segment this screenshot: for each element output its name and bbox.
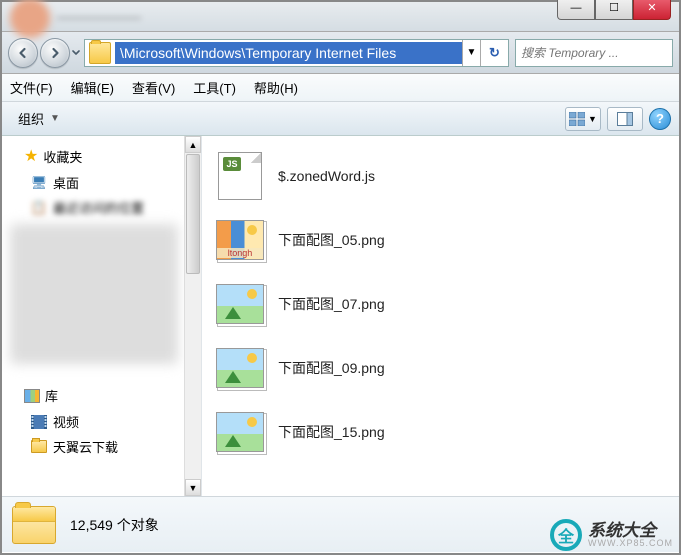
help-button[interactable]: ? <box>649 108 671 130</box>
image-file-icon <box>216 216 264 264</box>
file-item[interactable]: JS $.zonedWord.js <box>202 144 679 208</box>
sidebar-item-recent[interactable]: 📋 最近访问的位置 <box>6 195 182 220</box>
js-file-icon: JS <box>216 152 264 200</box>
sidebar-libraries-header[interactable]: 库 <box>6 382 182 409</box>
file-name: 下面配图_05.png <box>278 230 385 250</box>
address-path[interactable]: \Microsoft\Windows\Temporary Internet Fi… <box>115 42 462 64</box>
library-icon <box>24 389 40 403</box>
chevron-down-icon: ▼ <box>50 113 60 124</box>
nav-back-button[interactable] <box>8 38 38 68</box>
watermark-logo-icon: 全 <box>550 519 582 551</box>
organize-label: 组织 <box>18 109 44 128</box>
favorites-label: 收藏夹 <box>43 147 82 166</box>
chevron-down-icon: ▼ <box>588 114 597 124</box>
menu-view[interactable]: 查看(V) <box>132 78 175 97</box>
scroll-down-button[interactable]: ▼ <box>185 479 201 496</box>
chevron-down-icon <box>72 50 80 56</box>
address-dropdown[interactable]: ▼ <box>462 40 480 66</box>
desktop-icon: 🖥 <box>30 175 48 191</box>
sidebar-item-label: 天翼云下载 <box>53 437 118 456</box>
refresh-button[interactable]: ↻ <box>480 40 508 66</box>
folder-icon <box>30 439 48 455</box>
obscured-content <box>10 224 178 364</box>
sidebar-item-label: 最近访问的位置 <box>53 198 144 217</box>
file-item[interactable]: 下面配图_05.png <box>202 208 679 272</box>
recent-icon: 📋 <box>30 200 48 216</box>
address-bar[interactable]: \Microsoft\Windows\Temporary Internet Fi… <box>84 39 509 67</box>
folder-icon <box>89 42 111 64</box>
navigation-pane: ★ 收藏夹 🖥 桌面 📋 最近访问的位置 <box>2 136 202 496</box>
sidebar-item-label: 桌面 <box>53 173 79 192</box>
file-name: 下面配图_15.png <box>278 422 385 442</box>
file-list-pane[interactable]: JS $.zonedWord.js 下面配图_05.png 下面配图_07.png 下面… <box>202 136 679 496</box>
image-file-icon <box>216 344 264 392</box>
watermark-brand: 系统大全 <box>588 522 673 539</box>
sidebar-item-videos[interactable]: 视频 <box>6 409 182 434</box>
close-button[interactable]: ✕ <box>633 0 671 20</box>
menu-file[interactable]: 文件(F) <box>10 78 53 97</box>
view-mode-button[interactable]: ▼ <box>565 107 601 131</box>
preview-pane-icon <box>617 112 633 126</box>
watermark: 全 系统大全 WWW.XP85.COM <box>550 519 673 551</box>
status-folder-icon <box>12 506 56 544</box>
view-icon <box>569 112 585 126</box>
file-name: 下面配图_09.png <box>278 358 385 378</box>
file-item[interactable]: 下面配图_09.png <box>202 336 679 400</box>
sidebar-scrollbar[interactable]: ▲ ▼ <box>184 136 201 496</box>
sidebar-item-tianyi[interactable]: 天翼云下载 <box>6 434 182 459</box>
status-count: 12,549 个对象 <box>70 515 159 535</box>
menu-tools[interactable]: 工具(T) <box>193 78 236 97</box>
sidebar-item-label: 视频 <box>53 412 79 431</box>
scroll-thumb[interactable] <box>186 154 200 274</box>
organize-button[interactable]: 组织 ▼ <box>10 106 68 131</box>
minimize-button[interactable]: — <box>557 0 595 20</box>
maximize-button[interactable]: ☐ <box>595 0 633 20</box>
sidebar-item-desktop[interactable]: 🖥 桌面 <box>6 170 182 195</box>
nav-history-dropdown[interactable] <box>70 38 82 68</box>
menu-edit[interactable]: 编辑(E) <box>71 78 114 97</box>
window-title: ——————— <box>57 10 141 24</box>
menu-help[interactable]: 帮助(H) <box>254 78 298 97</box>
search-input[interactable] <box>516 46 681 60</box>
star-icon: ★ <box>24 146 38 166</box>
image-file-icon <box>216 408 264 456</box>
preview-pane-button[interactable] <box>607 107 643 131</box>
image-file-icon <box>216 280 264 328</box>
video-icon <box>30 414 48 430</box>
arrow-right-icon <box>49 47 61 59</box>
nav-forward-button[interactable] <box>40 38 70 68</box>
file-name: 下面配图_07.png <box>278 294 385 314</box>
libraries-label: 库 <box>45 386 58 405</box>
file-item[interactable]: 下面配图_07.png <box>202 272 679 336</box>
watermark-url: WWW.XP85.COM <box>588 539 673 548</box>
file-item[interactable]: 下面配图_15.png <box>202 400 679 464</box>
sidebar-favorites-header[interactable]: ★ 收藏夹 <box>6 142 182 170</box>
file-name: $.zonedWord.js <box>278 168 375 184</box>
arrow-left-icon <box>17 47 29 59</box>
search-box[interactable]: 🔍 <box>515 39 673 67</box>
scroll-up-button[interactable]: ▲ <box>185 136 201 153</box>
